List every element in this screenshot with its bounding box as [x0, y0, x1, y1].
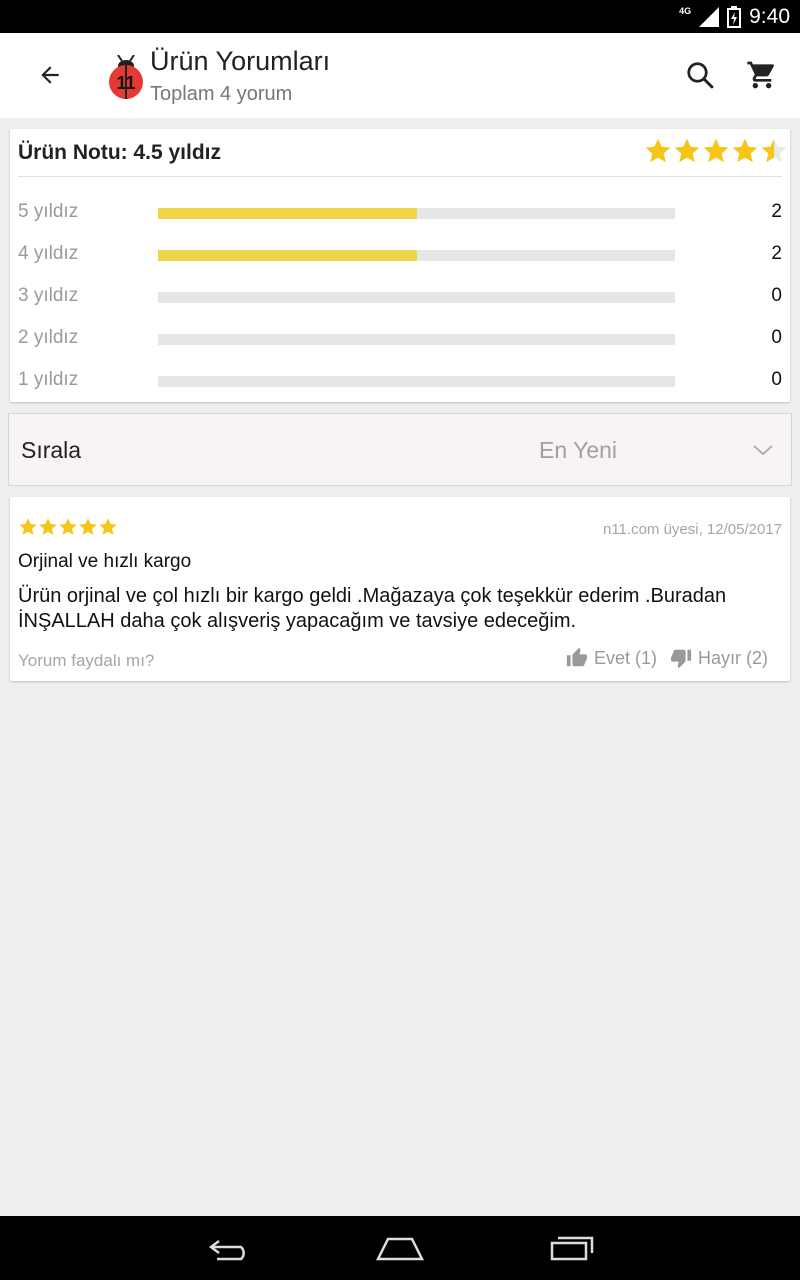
rating-row-label: 4 yıldız	[18, 243, 79, 264]
status-bar: 4G 9:40	[0, 0, 800, 33]
nav-recents-button[interactable]	[544, 1230, 600, 1266]
rating-row-1: 1 yıldız 0	[18, 366, 782, 396]
signal-icon	[699, 6, 720, 27]
review-author-date: n11.com üyesi, 12/05/2017	[602, 521, 782, 538]
star-icon	[59, 518, 77, 535]
system-nav-bar	[0, 1216, 800, 1280]
nav-back-icon	[208, 1240, 245, 1261]
sort-label: Sırala	[21, 437, 82, 463]
rating-bar-track	[158, 208, 675, 219]
star-icon	[645, 138, 671, 163]
rating-summary-card: Ürün Notu: 4.5 yıldız 5 yıldız 2 4 yıldı…	[10, 129, 790, 402]
app-bar: 11 Ürün Yorumları Toplam 4 yorum	[0, 33, 800, 118]
rating-summary-header: Ürün Notu: 4.5 yıldız	[18, 129, 787, 177]
review-card: n11.com üyesi, 12/05/2017 Orjinal ve hız…	[10, 497, 790, 681]
rating-row-count: 0	[771, 327, 782, 348]
sort-selected-value[interactable]: En Yeni	[539, 437, 617, 464]
cart-button[interactable]	[742, 55, 782, 95]
star-icon	[674, 138, 700, 163]
rating-bar-fill	[158, 208, 417, 219]
nav-home-button[interactable]	[372, 1230, 428, 1266]
star-icon	[19, 518, 37, 535]
battery-icon	[727, 5, 742, 28]
rating-row-count: 2	[771, 201, 782, 222]
svg-text:11: 11	[116, 73, 135, 93]
rating-row-label: 2 yıldız	[18, 327, 79, 348]
rating-bar-track	[158, 376, 675, 387]
clock: 9:40	[749, 4, 790, 28]
rating-row-count: 0	[771, 285, 782, 306]
vote-no-button[interactable]: Hayır (2)	[670, 647, 768, 669]
back-arrow-icon	[41, 66, 59, 84]
vote-no-label: Hayır (2)	[698, 647, 769, 668]
helpful-question: Yorum faydalı mı?	[18, 651, 155, 670]
star-icon	[39, 518, 57, 535]
rating-bar-track	[158, 250, 675, 261]
rating-bar-track	[158, 334, 675, 345]
cart-icon	[747, 61, 774, 89]
vote-yes-button[interactable]: Evet (1)	[566, 647, 657, 669]
rating-row-label: 3 yıldız	[18, 285, 79, 306]
rating-row-label: 1 yıldız	[18, 369, 79, 390]
star-icon	[703, 138, 729, 163]
star-icon	[99, 518, 117, 535]
back-button[interactable]	[30, 55, 70, 95]
rating-row-count: 2	[771, 243, 782, 264]
rating-bar-track	[158, 292, 675, 303]
rating-bar-fill	[158, 250, 417, 261]
star-icon	[732, 138, 758, 163]
search-button[interactable]	[680, 55, 720, 95]
nav-back-button[interactable]	[202, 1230, 258, 1266]
network-type: 4G	[679, 5, 692, 16]
recents-icon	[550, 1236, 594, 1261]
review-title: Orjinal ve hızlı kargo	[18, 551, 192, 572]
rating-row-5: 5 yıldız 2	[18, 198, 782, 228]
review-star-rating	[18, 517, 118, 537]
thumbs-down-icon	[671, 649, 692, 669]
rating-row-3: 3 yıldız 0	[18, 282, 782, 312]
rating-row-count: 0	[771, 369, 782, 390]
search-icon	[687, 62, 714, 89]
review-count-subtitle: Toplam 4 yorum	[150, 83, 293, 105]
star-icon	[761, 138, 787, 163]
average-star-rating	[644, 137, 788, 165]
rating-row-label: 5 yıldız	[18, 201, 79, 222]
thumbs-up-icon	[566, 647, 588, 667]
review-body: Ürün orjinal ve çol hızlı bir kargo geld…	[18, 585, 727, 632]
sort-selector[interactable]: Sırala En Yeni	[8, 413, 792, 486]
vote-yes-label: Evet (1)	[594, 647, 658, 668]
rating-row-2: 2 yıldız 0	[18, 324, 782, 354]
star-icon	[79, 518, 97, 535]
home-icon	[375, 1237, 425, 1261]
page-title: Ürün Yorumları	[150, 46, 331, 76]
rating-row-4: 4 yıldız 2	[18, 240, 782, 270]
chevron-down-icon[interactable]	[751, 438, 775, 462]
n11-logo: 11	[107, 54, 147, 101]
average-rating-title: Ürün Notu: 4.5 yıldız	[18, 141, 222, 164]
